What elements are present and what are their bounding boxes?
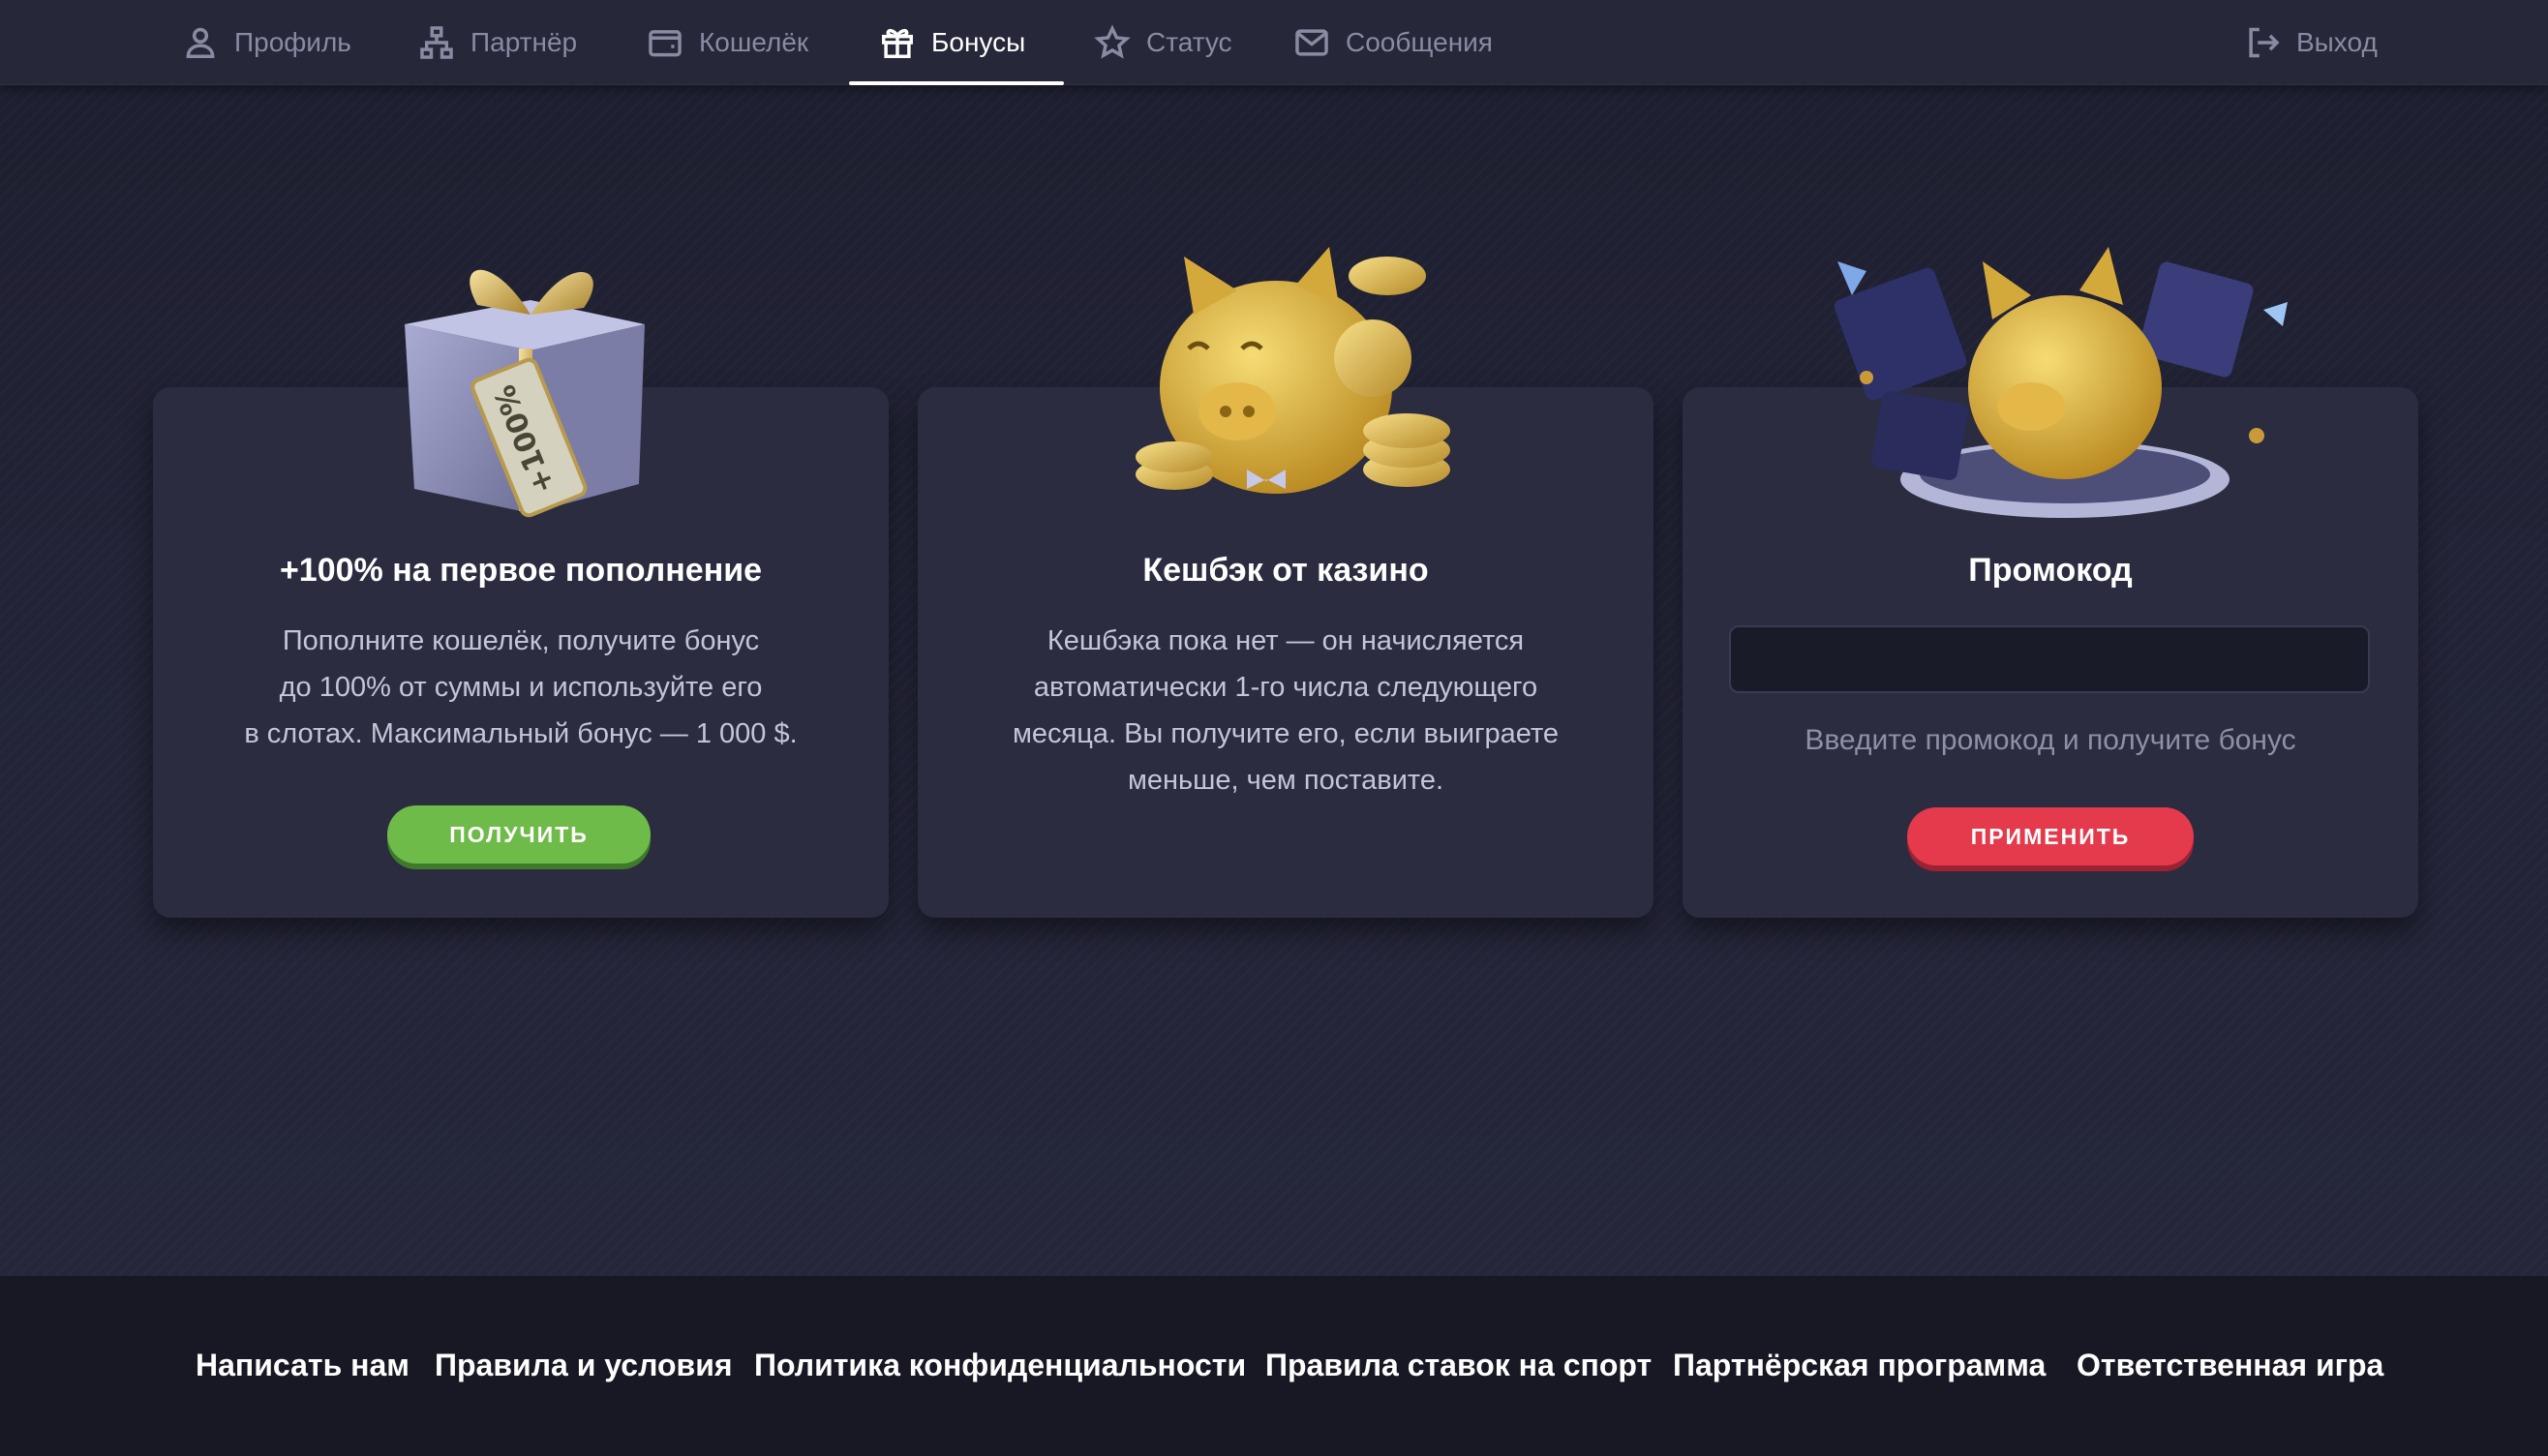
promo-piggy-illustration bbox=[1834, 247, 2288, 518]
footer-link-affiliate[interactable]: Партнёрская программа bbox=[1673, 1348, 2046, 1383]
wallet-icon bbox=[649, 30, 682, 57]
card-text-line: месяца. Вы получите его, если выиграете bbox=[1012, 718, 1560, 749]
apply-promo-button[interactable]: ПРИМЕНИТЬ bbox=[1907, 807, 2194, 865]
card-text-line: меньше, чем поставите. bbox=[1127, 765, 1444, 796]
footer-link-privacy[interactable]: Политика конфиденциальности bbox=[754, 1348, 1246, 1383]
card-text-line: до 100% от суммы и используйте его bbox=[279, 672, 763, 703]
nav-item-profile[interactable]: Профиль bbox=[182, 0, 351, 85]
active-tab-indicator bbox=[849, 81, 1064, 85]
nav-label-partner: Партнёр bbox=[470, 27, 578, 57]
card-title: +100% на первое пополнение bbox=[279, 552, 763, 589]
nav-label-bonuses: Бонусы bbox=[931, 27, 1026, 57]
nav-item-messages[interactable]: Сообщения bbox=[1293, 0, 1493, 85]
gift-box-illustration: +100% bbox=[405, 269, 645, 518]
get-bonus-button[interactable]: ПОЛУЧИТЬ bbox=[387, 805, 651, 864]
footer-link-terms[interactable]: Правила и условия bbox=[435, 1348, 733, 1383]
star-icon bbox=[1094, 24, 1131, 59]
card-title: Кешбэк от казино bbox=[1142, 552, 1429, 589]
logout-label: Выход bbox=[2296, 27, 2378, 57]
logout-button[interactable]: Выход bbox=[2244, 0, 2378, 85]
logout-icon bbox=[2249, 27, 2280, 58]
card-text-line: автоматически 1-го числа следующего bbox=[1033, 672, 1538, 703]
user-icon bbox=[186, 27, 215, 58]
card-title: Промокод bbox=[1968, 552, 2133, 589]
card-text-line: Пополните кошелёк, получите бонус bbox=[282, 625, 760, 656]
top-nav: Профиль Партнёр Кошелёк Бонусы Статус Со… bbox=[0, 0, 2548, 85]
promo-code-input[interactable] bbox=[1729, 625, 2370, 693]
card-text-line: в слотах. Максимальный бонус — 1 000 $. bbox=[244, 718, 798, 749]
footer-link-contact[interactable]: Написать нам bbox=[196, 1348, 410, 1383]
nav-item-partner[interactable]: Партнёр bbox=[418, 0, 577, 85]
footer-link-sports-rules[interactable]: Правила ставок на спорт bbox=[1265, 1348, 1652, 1383]
nav-label-profile: Профиль bbox=[234, 27, 351, 57]
nav-label-status: Статус bbox=[1146, 27, 1232, 57]
card-description: Пополните кошелёк, получите бонус до 100… bbox=[201, 618, 840, 757]
gift-icon bbox=[882, 28, 913, 58]
nav-label-wallet: Кошелёк bbox=[699, 27, 809, 57]
promo-hint: Введите промокод и получите бонус bbox=[1805, 724, 2296, 756]
nav-item-bonuses[interactable]: Бонусы bbox=[879, 0, 1025, 85]
card-description: Кешбэка пока нет — он начисляется автома… bbox=[966, 618, 1605, 804]
card-text-line: Кешбэка пока нет — он начисляется bbox=[1046, 625, 1525, 656]
mail-icon bbox=[1295, 29, 1328, 56]
nav-item-wallet[interactable]: Кошелёк bbox=[647, 0, 808, 85]
network-icon bbox=[420, 26, 453, 59]
footer-link-responsible-gaming[interactable]: Ответственная игра bbox=[2077, 1348, 2383, 1383]
nav-item-status[interactable]: Статус bbox=[1094, 0, 1232, 85]
piggy-bank-illustration bbox=[1136, 247, 1450, 494]
nav-label-messages: Сообщения bbox=[1346, 27, 1493, 57]
